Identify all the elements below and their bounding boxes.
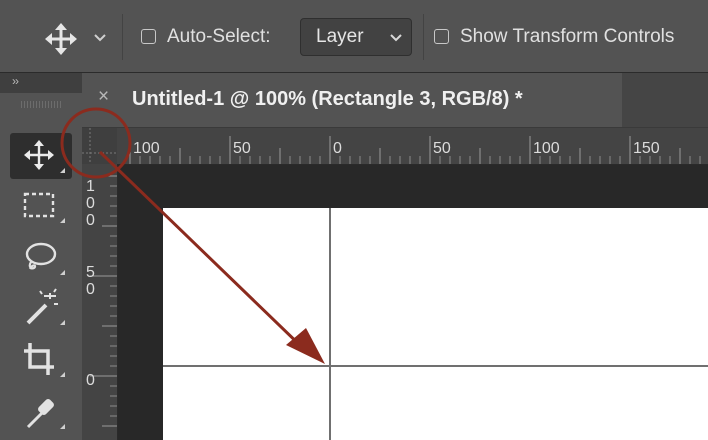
annotation-arrowhead	[286, 328, 325, 364]
annotation-arrow	[98, 150, 309, 354]
tutorial-annotation	[60, 107, 325, 364]
highlight-circle	[60, 107, 132, 179]
